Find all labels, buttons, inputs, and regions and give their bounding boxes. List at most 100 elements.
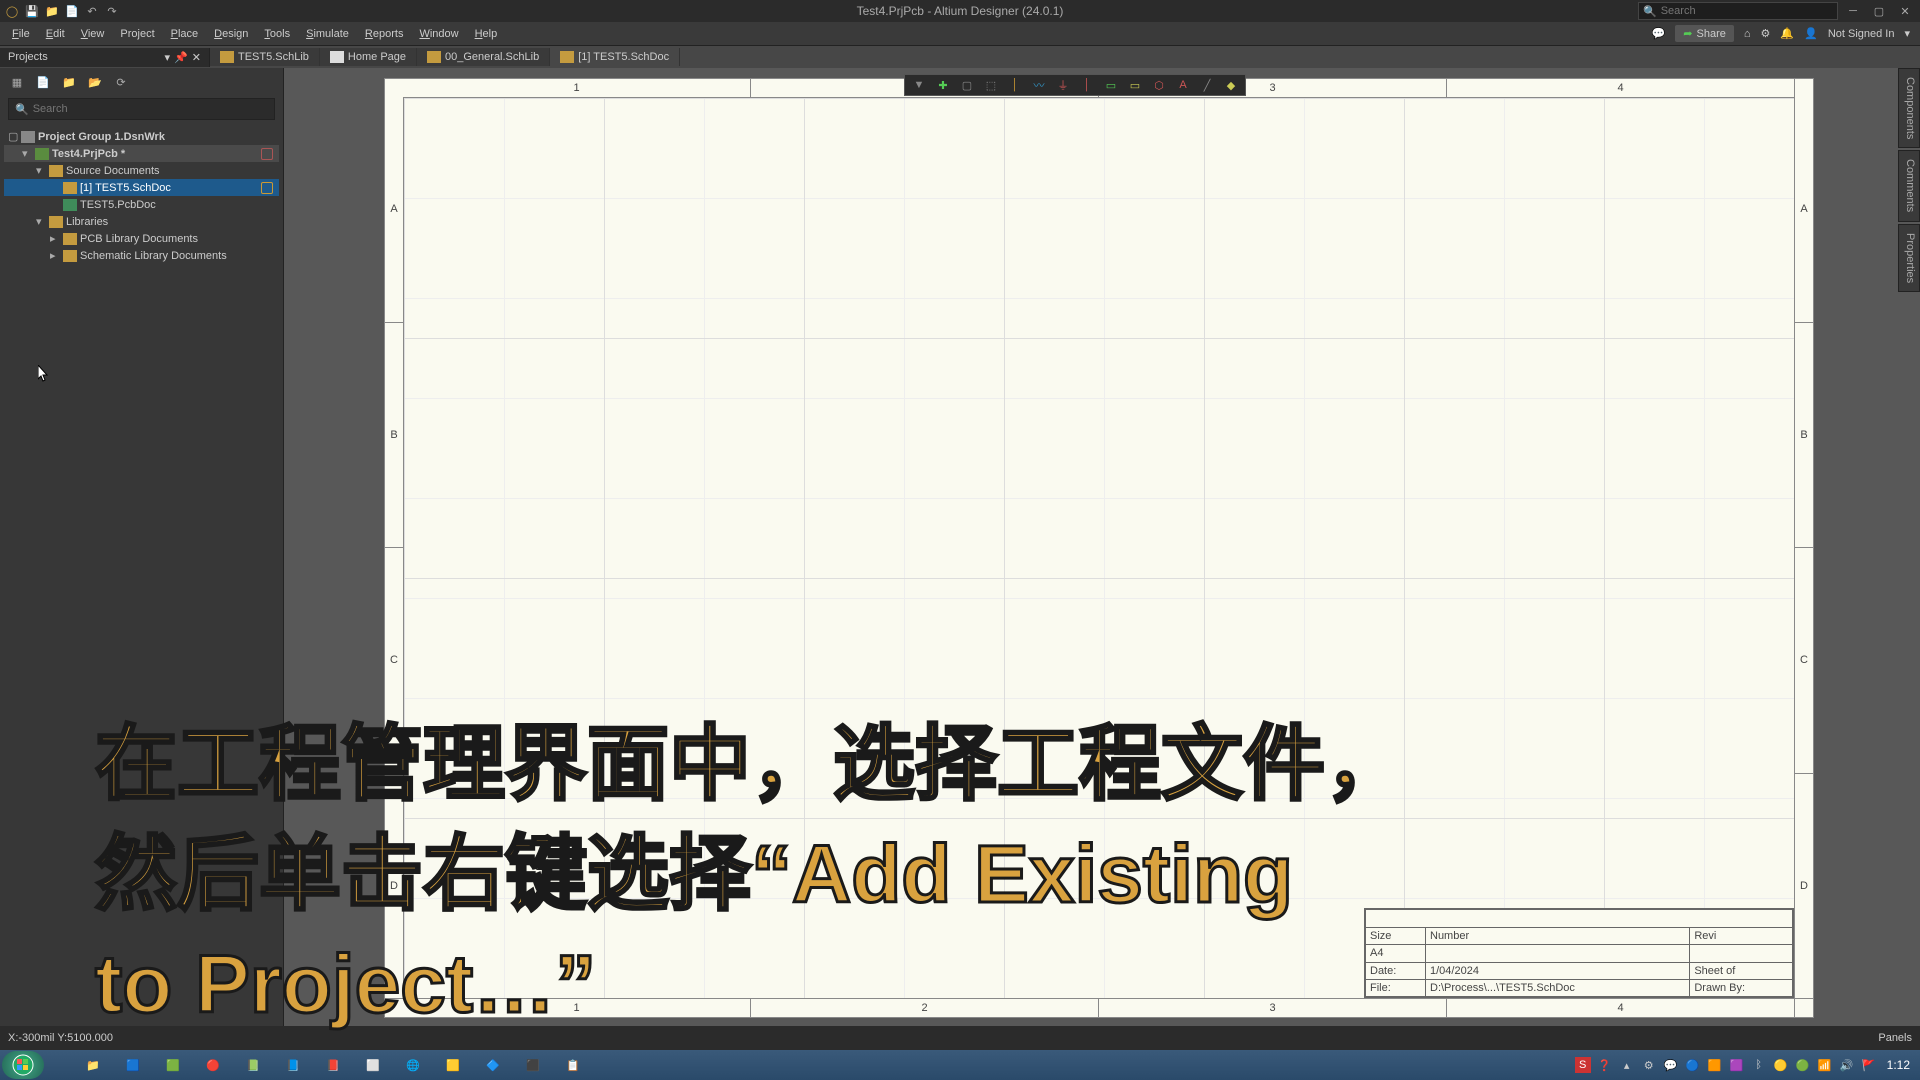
tray-ime[interactable]: S [1575,1057,1591,1073]
task-wechat[interactable]: 🟩 [154,1052,192,1078]
tray-icon3[interactable]: 🔵 [1685,1057,1701,1073]
folder-icon [63,250,77,262]
menu-simulate[interactable]: Simulate [298,26,357,42]
task-excel[interactable]: 📗 [234,1052,272,1078]
menu-project[interactable]: Project [112,26,162,42]
projects-search[interactable]: 🔍 [8,98,275,120]
side-tab-properties[interactable]: Properties [1898,224,1920,292]
place-line-icon[interactable]: ╱ [1197,76,1217,94]
maximize-button[interactable]: ▢ [1868,3,1890,19]
tree-source-docs[interactable]: ▾Source Documents [4,162,279,179]
tray-icon2[interactable]: 💬 [1663,1057,1679,1073]
tray-up-icon[interactable]: ▴ [1619,1057,1635,1073]
signin-dropdown-icon[interactable]: ▾ [1904,27,1910,40]
side-tab-comments[interactable]: Comments [1898,150,1920,221]
tree-libraries[interactable]: ▾Libraries [4,213,279,230]
signin-label[interactable]: Not Signed In [1828,28,1895,40]
close-button[interactable]: ✕ [1894,3,1916,19]
panel-close-icon[interactable]: ✕ [192,51,201,64]
filter-icon[interactable]: ▼ [909,76,929,94]
task-pdf[interactable]: 📕 [314,1052,352,1078]
task-app4[interactable]: 🟨 [434,1052,472,1078]
tray-icon1[interactable]: ⚙ [1641,1057,1657,1073]
task-word[interactable]: 📘 [274,1052,312,1078]
tab-schdoc[interactable]: [1] TEST5.SchDoc [550,48,680,66]
settings-icon[interactable]: ⚙ [1761,27,1771,40]
place-text-icon[interactable]: A [1173,76,1193,94]
menu-view[interactable]: View [73,26,113,42]
tab-home[interactable]: Home Page [320,48,417,66]
menu-help[interactable]: Help [467,26,506,42]
task-browser[interactable]: 🌐 [394,1052,432,1078]
tray-bluetooth[interactable]: ᛒ [1751,1057,1767,1073]
menu-reports[interactable]: Reports [357,26,412,42]
global-search[interactable]: 🔍 [1638,2,1838,20]
place-cross-icon[interactable]: ✚ [933,76,953,94]
tree-project[interactable]: ▾Test4.PrjPcb * [4,145,279,162]
task-explorer[interactable]: 📁 [74,1052,112,1078]
start-button[interactable] [2,1051,44,1079]
comment-icon[interactable]: 💬 [1652,27,1666,40]
menu-file[interactable]: File [4,26,38,42]
compile-all-icon[interactable]: 📂 [86,73,104,91]
undo-icon[interactable]: ↶ [84,3,100,19]
task-app3[interactable]: ⬜ [354,1052,392,1078]
tray-clock[interactable]: 1:12 [1883,1058,1914,1072]
tray-network[interactable]: 📶 [1817,1057,1833,1073]
menu-window[interactable]: Window [411,26,466,42]
place-gnd-icon[interactable]: ⏚ [1053,76,1073,94]
tray-icon5[interactable]: 🟪 [1729,1057,1745,1073]
tree-pcbdoc[interactable]: TEST5.PcbDoc [4,196,279,213]
share-button[interactable]: ➦Share [1675,25,1734,42]
menu-place[interactable]: Place [163,26,207,42]
tray-help[interactable]: ❓ [1597,1057,1613,1073]
notifications-icon[interactable]: 🔔 [1780,27,1794,40]
tree-pcb-lib[interactable]: ▸PCB Library Documents [4,230,279,247]
place-note-icon[interactable]: ▭ [1125,76,1145,94]
open-icon[interactable]: 📁 [44,3,60,19]
task-app5[interactable]: 🔷 [474,1052,512,1078]
redo-icon[interactable]: ↷ [104,3,120,19]
tray-flag[interactable]: 🚩 [1861,1057,1877,1073]
compile-icon[interactable]: 📁 [60,73,78,91]
new-project-icon[interactable]: ▦ [8,73,26,91]
new-icon[interactable]: 📄 [64,3,80,19]
minimize-button[interactable]: ─ [1842,3,1864,19]
task-app7[interactable]: 📋 [554,1052,592,1078]
save-icon[interactable]: 💾 [24,3,40,19]
menu-tools[interactable]: Tools [256,26,298,42]
task-app6[interactable]: ⬛ [514,1052,552,1078]
home-icon[interactable]: ⌂ [1744,28,1751,40]
menu-edit[interactable]: Edit [38,26,73,42]
tray-icon6[interactable]: 🟡 [1773,1057,1789,1073]
panel-pin-icon[interactable]: 📌 [174,51,188,64]
tab-general-schlib[interactable]: 00_General.SchLib [417,48,550,66]
place-net-icon[interactable]: ▭ [1101,76,1121,94]
place-bus-icon[interactable]: 〰 [1029,76,1049,94]
open-project-icon[interactable]: 📄 [34,73,52,91]
projects-search-input[interactable] [33,103,268,115]
windows-taskbar: 📁 🟦 🟩 🔴 📗 📘 📕 ⬜ 🌐 🟨 🔷 ⬛ 📋 S ❓ ▴ ⚙ 💬 🔵 🟧 … [0,1050,1920,1080]
refresh-icon[interactable]: ⟳ [112,73,130,91]
tree-sch-lib[interactable]: ▸Schematic Library Documents [4,247,279,264]
search-input[interactable] [1661,5,1801,17]
tray-icon7[interactable]: 🟢 [1795,1057,1811,1073]
place-part-icon[interactable]: ▢ [957,76,977,94]
tray-volume[interactable]: 🔊 [1839,1057,1855,1073]
side-tab-components[interactable]: Components [1898,68,1920,148]
tree-group[interactable]: ▢Project Group 1.DsnWrk [4,128,279,145]
place-power-icon[interactable]: │ [1077,76,1097,94]
task-app2[interactable]: 🔴 [194,1052,232,1078]
tab-schlib[interactable]: TEST5.SchLib [210,48,320,66]
place-directive-icon[interactable]: ⬡ [1149,76,1169,94]
task-app1[interactable]: 🟦 [114,1052,152,1078]
place-port-icon[interactable]: ⬚ [981,76,1001,94]
panel-drop-icon[interactable]: ▾ [165,51,171,64]
tray-icon4[interactable]: 🟧 [1707,1057,1723,1073]
place-wire-icon[interactable]: │ [1005,76,1025,94]
menu-design[interactable]: Design [206,26,256,42]
tree-schdoc[interactable]: [1] TEST5.SchDoc [4,179,279,196]
user-icon[interactable]: 👤 [1804,27,1818,40]
smart-paste-icon[interactable]: ◆ [1221,76,1241,94]
panels-button[interactable]: Panels [1878,1032,1912,1044]
